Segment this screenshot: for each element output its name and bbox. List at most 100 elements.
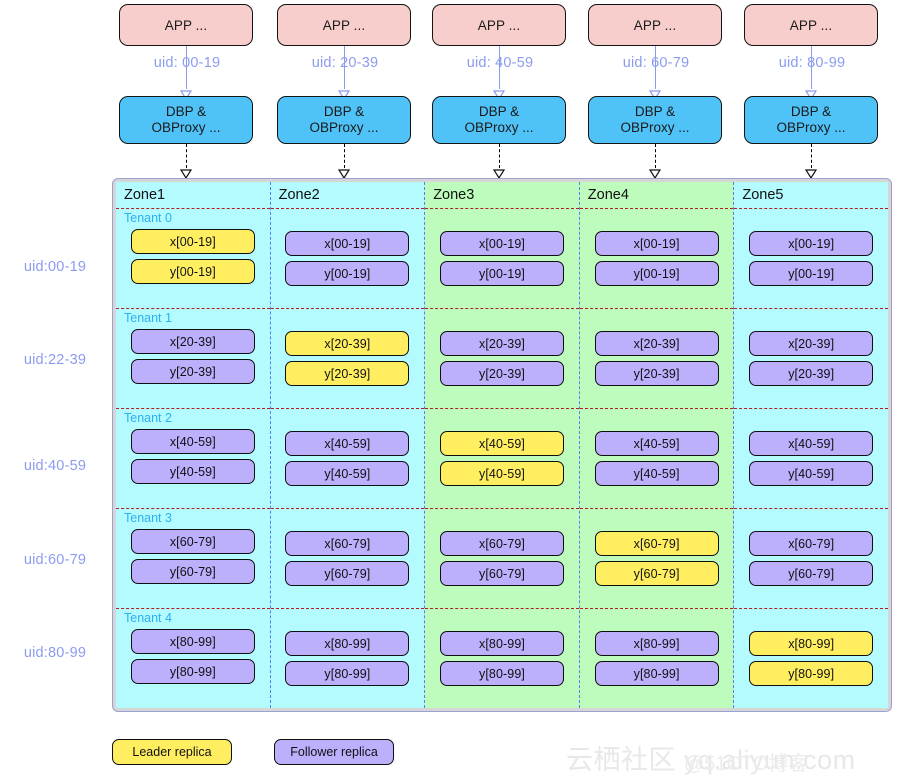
zone-column-3[interactable]: Zone3 x[00-19] y[00-19] x[20-39] y[20-39] x[4…	[425, 182, 580, 708]
follower-replica[interactable]: x[00-19]	[285, 231, 410, 256]
follower-replica[interactable]: x[40-59]	[749, 431, 874, 456]
tenant-cell[interactable]: x[80-99] y[80-99]	[425, 608, 579, 708]
replica-group: x[80-99] y[80-99]	[594, 631, 719, 686]
follower-replica[interactable]: y[60-79]	[130, 559, 255, 584]
tenant-cell[interactable]: Tenant 2 x[40-59] y[40-59]	[116, 408, 270, 508]
app-node[interactable]: APP ...	[119, 4, 253, 46]
tenant-cell[interactable]: x[20-39] y[20-39]	[425, 308, 579, 408]
leader-replica[interactable]: x[40-59]	[439, 431, 564, 456]
leader-replica[interactable]: x[00-19]	[130, 229, 255, 254]
follower-replica[interactable]: x[40-59]	[594, 431, 719, 456]
proxy-node[interactable]: DBP & OBProxy ...	[432, 96, 566, 144]
follower-replica[interactable]: x[40-59]	[130, 429, 255, 454]
proxy-node[interactable]: DBP & OBProxy ...	[119, 96, 253, 144]
follower-replica[interactable]: y[40-59]	[285, 461, 410, 486]
tenant-cell[interactable]: Tenant 4 x[80-99] y[80-99]	[116, 608, 270, 708]
follower-replica[interactable]: y[00-19]	[285, 261, 410, 286]
zone-column-4[interactable]: Zone4 x[00-19] y[00-19] x[20-39] y[20-39] x[4…	[579, 182, 735, 708]
follower-replica[interactable]: y[60-79]	[439, 561, 564, 586]
follower-replica[interactable]: x[60-79]	[439, 531, 564, 556]
follower-replica[interactable]: y[60-79]	[749, 561, 874, 586]
follower-replica[interactable]: y[20-39]	[749, 361, 874, 386]
uid-range-label: uid:60-79	[23, 552, 87, 568]
tenant-cell[interactable]: x[60-79] y[60-79]	[734, 508, 888, 608]
proxy-to-cluster-connector	[499, 144, 500, 168]
follower-replica[interactable]: y[60-79]	[285, 561, 410, 586]
follower-replica[interactable]: x[80-99]	[439, 631, 564, 656]
follower-replica[interactable]: y[20-39]	[594, 361, 719, 386]
proxy-node[interactable]: DBP & OBProxy ...	[744, 96, 878, 144]
follower-replica[interactable]: x[80-99]	[285, 631, 410, 656]
follower-replica[interactable]: y[00-19]	[749, 261, 874, 286]
leader-replica[interactable]: y[00-19]	[130, 259, 255, 284]
follower-replica[interactable]: x[00-19]	[749, 231, 874, 256]
tenant-cell[interactable]: Tenant 0 x[00-19] y[00-19]	[116, 208, 270, 308]
app-node[interactable]: APP ...	[744, 4, 878, 46]
follower-replica[interactable]: y[80-99]	[285, 661, 410, 686]
follower-replica[interactable]: x[00-19]	[439, 231, 564, 256]
follower-replica[interactable]: x[60-79]	[285, 531, 410, 556]
tenant-cell[interactable]: x[00-19] y[00-19]	[270, 208, 425, 308]
app-to-proxy-uid-label: uid: 40-59	[466, 55, 534, 71]
client-column: APP ... uid: 40-59 DBP & OBProxy ...	[423, 0, 577, 180]
follower-replica[interactable]: x[80-99]	[594, 631, 719, 656]
tenant-cell[interactable]: x[80-99] y[80-99]	[734, 608, 888, 708]
leader-replica[interactable]: y[60-79]	[594, 561, 719, 586]
tenant-cell[interactable]: x[20-39] y[20-39]	[734, 308, 888, 408]
follower-replica[interactable]: x[20-39]	[594, 331, 719, 356]
follower-replica[interactable]: y[40-59]	[594, 461, 719, 486]
follower-replica[interactable]: x[20-39]	[439, 331, 564, 356]
follower-replica[interactable]: y[80-99]	[439, 661, 564, 686]
follower-replica[interactable]: y[00-19]	[439, 261, 564, 286]
legend-follower-replica: Follower replica	[274, 739, 394, 765]
tenant-cell[interactable]: x[20-39] y[20-39]	[270, 308, 425, 408]
follower-replica[interactable]: x[60-79]	[749, 531, 874, 556]
tenant-cell[interactable]: x[20-39] y[20-39]	[579, 308, 734, 408]
follower-replica[interactable]: x[20-39]	[749, 331, 874, 356]
follower-replica[interactable]: y[80-99]	[130, 659, 255, 684]
tenant-cell[interactable]: x[40-59] y[40-59]	[734, 408, 888, 508]
tenant-cell[interactable]: x[80-99] y[80-99]	[270, 608, 425, 708]
follower-replica[interactable]: y[80-99]	[594, 661, 719, 686]
leader-replica[interactable]: y[20-39]	[285, 361, 410, 386]
tenant-cell[interactable]: x[40-59] y[40-59]	[579, 408, 734, 508]
proxy-node[interactable]: DBP & OBProxy ...	[277, 96, 411, 144]
follower-replica[interactable]: y[20-39]	[439, 361, 564, 386]
follower-replica[interactable]: y[20-39]	[130, 359, 255, 384]
follower-replica[interactable]: y[40-59]	[749, 461, 874, 486]
app-node[interactable]: APP ...	[277, 4, 411, 46]
tenant-cell[interactable]: Tenant 3 x[60-79] y[60-79]	[116, 508, 270, 608]
app-node[interactable]: APP ...	[588, 4, 722, 46]
tenant-cell[interactable]: Tenant 1 x[20-39] y[20-39]	[116, 308, 270, 408]
follower-replica[interactable]: x[60-79]	[130, 529, 255, 554]
app-node[interactable]: APP ...	[432, 4, 566, 46]
leader-replica[interactable]: x[20-39]	[285, 331, 410, 356]
tenant-cell[interactable]: x[00-19] y[00-19]	[734, 208, 888, 308]
tenant-cell[interactable]: x[00-19] y[00-19]	[579, 208, 734, 308]
tenant-label: Tenant 4	[124, 611, 172, 625]
zone-column-5[interactable]: Zone5 x[00-19] y[00-19] x[20-39] y[20-39] x[4…	[734, 182, 888, 708]
zone-column-1[interactable]: Zone1 Tenant 0 x[00-19] y[00-19] Tenant 1 x[2…	[116, 182, 271, 708]
tenant-cell[interactable]: x[40-59] y[40-59]	[270, 408, 425, 508]
follower-replica[interactable]: x[20-39]	[130, 329, 255, 354]
follower-replica[interactable]: x[40-59]	[285, 431, 410, 456]
follower-replica[interactable]: x[00-19]	[594, 231, 719, 256]
proxy-label-line1: DBP &	[323, 104, 365, 119]
tenant-cell[interactable]: x[60-79] y[60-79]	[425, 508, 579, 608]
follower-replica[interactable]: y[40-59]	[130, 459, 255, 484]
tenant-cell[interactable]: x[60-79] y[60-79]	[579, 508, 734, 608]
tenant-cell[interactable]: x[60-79] y[60-79]	[270, 508, 425, 608]
proxy-node[interactable]: DBP & OBProxy ...	[588, 96, 722, 144]
leader-replica[interactable]: y[40-59]	[439, 461, 564, 486]
tenant-cell[interactable]: x[00-19] y[00-19]	[425, 208, 579, 308]
leader-replica[interactable]: x[80-99]	[749, 631, 874, 656]
tenant-cell[interactable]: x[80-99] y[80-99]	[579, 608, 734, 708]
leader-replica[interactable]: x[60-79]	[594, 531, 719, 556]
follower-replica[interactable]: y[00-19]	[594, 261, 719, 286]
leader-replica[interactable]: y[80-99]	[749, 661, 874, 686]
proxy-to-cluster-connector	[655, 144, 656, 168]
zone-column-2[interactable]: Zone2 x[00-19] y[00-19] x[20-39] y[20-39] x[4…	[270, 182, 426, 708]
tenant-cell[interactable]: x[40-59] y[40-59]	[425, 408, 579, 508]
uid-range-label: uid:80-99	[23, 645, 87, 661]
follower-replica[interactable]: x[80-99]	[130, 629, 255, 654]
